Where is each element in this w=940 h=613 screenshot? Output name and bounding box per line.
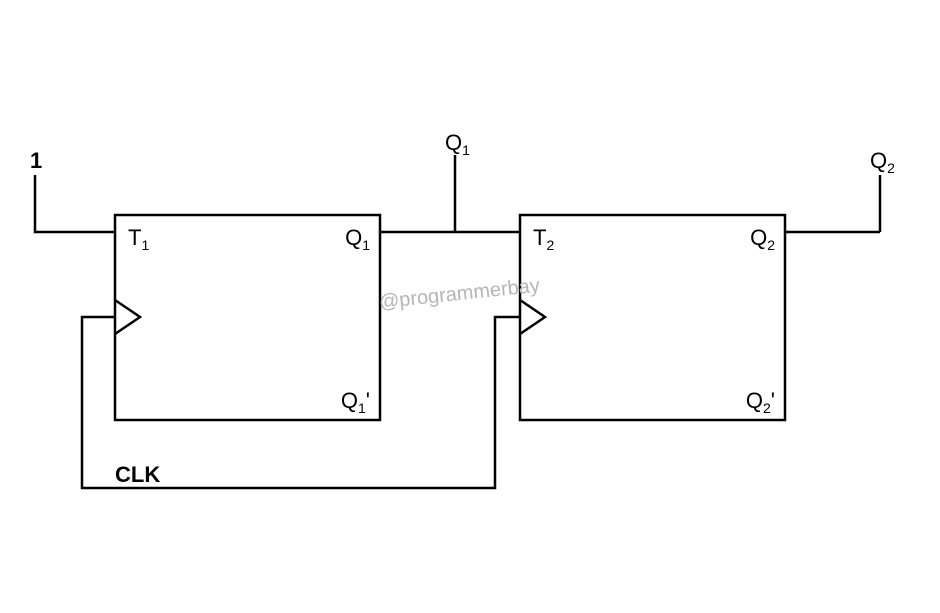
clk-label: CLK [115,462,160,487]
output-q2-label: Q2 [870,148,895,176]
input-constant-label: 1 [30,148,42,173]
output-q1-label: Q1 [445,130,470,158]
ff1-qbar-label: Q1' [341,388,370,416]
counter-diagram: T1 Q1 Q1' T2 Q2 Q2' 1 Q1 Q2 CLK @program… [0,0,940,613]
wire-input-constant [35,175,115,232]
watermark: @programmerbay [378,275,541,314]
ff2-qbar-label: Q2' [746,388,775,416]
